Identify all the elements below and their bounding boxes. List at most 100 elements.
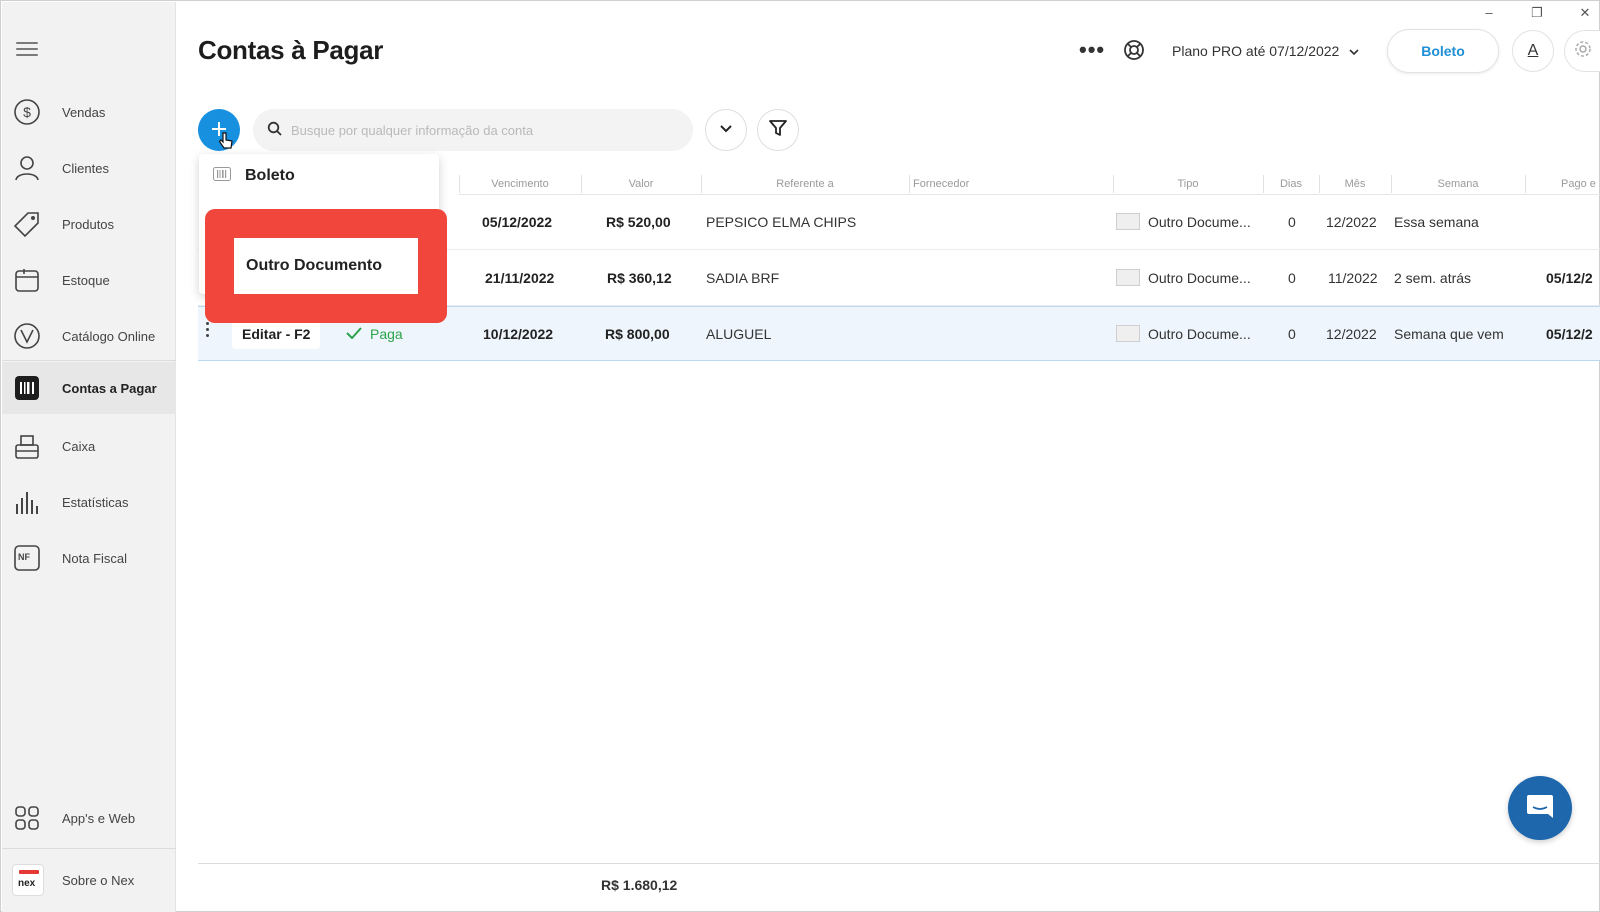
column-header[interactable]: Fornecedor	[913, 178, 969, 190]
cell-dias: 0	[1288, 214, 1296, 230]
apps-grid-icon	[12, 803, 42, 833]
table-header: Vencimento Valor Referente a Fornecedor …	[459, 173, 1600, 195]
cell-semana: Semana que vem	[1394, 326, 1504, 342]
sidebar-item-produtos[interactable]: Produtos	[2, 198, 176, 250]
lifebuoy-icon[interactable]	[1123, 39, 1145, 61]
column-header[interactable]: Vencimento	[459, 178, 581, 190]
edit-button[interactable]: Editar - F2	[232, 319, 321, 349]
column-header[interactable]: Tipo	[1113, 178, 1263, 190]
column-header[interactable]: Pago e	[1561, 178, 1596, 190]
column-header[interactable]: Mês	[1319, 178, 1391, 190]
sidebar-item-label: Contas a Pagar	[62, 380, 157, 396]
cell-valor: R$ 520,00	[606, 214, 671, 230]
cell-semana: 2 sem. atrás	[1394, 270, 1472, 286]
document-type-icon	[1116, 269, 1140, 286]
sidebar-item-estatisticas[interactable]: Estatísticas	[2, 476, 176, 528]
search-icon	[267, 121, 285, 139]
column-header[interactable]: Semana	[1391, 178, 1525, 190]
cell-tipo: Outro Docume...	[1148, 326, 1251, 342]
cash-register-icon	[12, 431, 42, 461]
sidebar: $ Vendas Clientes Produtos Estoque Catál…	[2, 2, 176, 912]
sidebar-item-apps-web[interactable]: App's e Web	[2, 792, 176, 844]
filter-icon	[768, 118, 788, 143]
sidebar-item-catalogo[interactable]: Catálogo Online	[2, 310, 176, 362]
cell-pago: 05/12/2	[1546, 270, 1593, 286]
sidebar-item-contas-a-pagar[interactable]: Contas a Pagar	[2, 362, 176, 414]
avatar-button[interactable]: A	[1512, 30, 1554, 72]
column-header[interactable]: Dias	[1263, 178, 1319, 190]
plan-label: Plano PRO até 07/12/2022	[1172, 43, 1340, 59]
menu-icon[interactable]	[16, 42, 38, 58]
gear-icon	[1574, 40, 1592, 63]
cell-tipo: Outro Docume...	[1148, 214, 1251, 230]
barcode-small-icon	[213, 167, 231, 181]
plan-selector[interactable]: Plano PRO até 07/12/2022	[1172, 43, 1359, 59]
sidebar-item-label: Nota Fiscal	[62, 550, 128, 566]
check-icon	[346, 326, 362, 342]
row-menu-icon[interactable]	[206, 322, 210, 340]
sidebar-item-label: Vendas	[62, 104, 106, 120]
restore-button[interactable]: ❐	[1527, 5, 1547, 21]
cell-semana: Essa semana	[1394, 214, 1479, 230]
document-type-icon	[1116, 213, 1140, 230]
cell-tipo: Outro Docume...	[1148, 270, 1251, 286]
sidebar-item-clientes[interactable]: Clientes	[2, 142, 176, 194]
search-bar[interactable]	[253, 109, 693, 151]
cell-pago: 05/12/2	[1546, 326, 1593, 342]
sidebar-item-label: Sobre o Nex	[62, 872, 135, 888]
menu-item-outro-documento[interactable]: Outro Documento	[234, 238, 418, 294]
status-badge: Paga	[346, 326, 403, 342]
menu-item-boleto[interactable]: Boleto	[199, 154, 439, 196]
sidebar-item-label: Clientes	[62, 160, 109, 176]
chat-icon	[1525, 792, 1555, 825]
cell-vencimento: 05/12/2022	[482, 214, 553, 230]
cell-mes: 12/2022	[1326, 326, 1377, 342]
cell-vencimento: 10/12/2022	[483, 326, 554, 342]
sidebar-item-label: App's e Web	[62, 810, 136, 826]
nf-badge: NF	[18, 552, 30, 562]
add-button[interactable]	[198, 109, 240, 151]
svg-text:$: $	[23, 104, 31, 120]
footer-divider	[198, 863, 1600, 864]
cell-referente: SADIA BRF	[706, 270, 780, 286]
search-input[interactable]	[291, 120, 671, 140]
expand-dropdown-button[interactable]	[705, 109, 747, 151]
bar-chart-icon	[12, 487, 42, 517]
column-header[interactable]: Referente a	[701, 178, 909, 190]
user-icon	[12, 153, 42, 183]
sidebar-item-caixa[interactable]: Caixa	[2, 420, 176, 472]
cell-mes: 11/2022	[1328, 270, 1378, 286]
cell-dias: 0	[1288, 270, 1296, 286]
chat-button[interactable]	[1508, 776, 1572, 840]
box-icon	[12, 265, 42, 295]
chevron-down-icon	[719, 121, 733, 139]
sidebar-item-label: Caixa	[62, 438, 96, 454]
close-button[interactable]: ✕	[1575, 5, 1595, 21]
catalog-icon	[12, 321, 42, 351]
sidebar-item-label: Estatísticas	[62, 494, 129, 510]
minimize-button[interactable]: –	[1479, 5, 1499, 20]
boleto-button[interactable]: Boleto	[1387, 29, 1499, 73]
nf-icon: NF	[12, 543, 42, 573]
filter-button[interactable]	[757, 109, 799, 151]
sidebar-item-sobre-nex[interactable]: nex Sobre o Nex	[2, 854, 176, 906]
avatar-letter: A	[1527, 42, 1539, 59]
tag-icon	[12, 209, 42, 239]
sidebar-item-vendas[interactable]: $ Vendas	[2, 86, 176, 138]
menu-item-label: Boleto	[245, 167, 295, 184]
document-type-icon	[1116, 325, 1140, 342]
dollar-circle-icon: $	[12, 97, 42, 127]
cell-mes: 12/2022	[1326, 214, 1377, 230]
nex-logo-icon: nex	[12, 864, 44, 896]
barcode-icon	[12, 373, 42, 403]
cell-referente: ALUGUEL	[706, 326, 772, 342]
column-header[interactable]: Valor	[581, 178, 701, 190]
settings-button[interactable]	[1564, 30, 1600, 72]
sidebar-item-label: Catálogo Online	[62, 328, 156, 344]
nex-logo-text: nex	[18, 878, 36, 889]
sidebar-item-nota-fiscal[interactable]: NF Nota Fiscal	[2, 532, 176, 584]
cell-referente: PEPSICO ELMA CHIPS	[706, 214, 857, 230]
more-options-button[interactable]: •••	[1079, 37, 1105, 63]
cell-valor: R$ 360,12	[607, 270, 672, 286]
sidebar-item-estoque[interactable]: Estoque	[2, 254, 176, 306]
